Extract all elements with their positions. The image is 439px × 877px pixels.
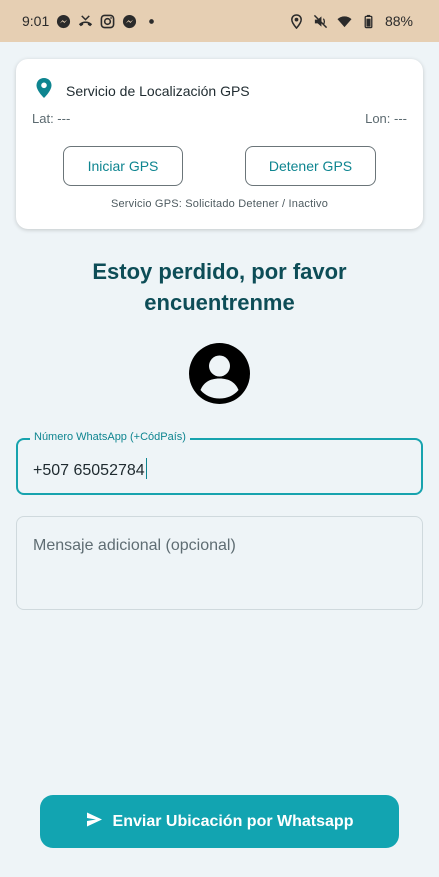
whatsapp-number-label: Número WhatsApp (+CódPaís): [30, 431, 190, 443]
gps-status-text: Servicio GPS: Solicitado Detener / Inact…: [110, 198, 329, 210]
avatar-icon: [189, 343, 250, 404]
latitude-readout: Lat: ---: [32, 111, 71, 126]
start-gps-button[interactable]: Iniciar GPS: [63, 146, 183, 186]
message-placeholder: Mensaje adicional (opcional): [33, 537, 236, 554]
battery-icon: [361, 14, 376, 29]
status-left: 9:01: [22, 13, 159, 29]
dot-icon: [144, 14, 159, 29]
send-icon: [86, 811, 103, 833]
whatsapp-number-value: +507 65052784: [33, 462, 145, 479]
longitude-readout: Lon: ---: [365, 111, 407, 126]
stop-gps-button[interactable]: Detener GPS: [245, 146, 376, 186]
wifi-icon: [337, 14, 352, 29]
message-field[interactable]: Mensaje adicional (opcional): [16, 516, 423, 610]
whatsapp-number-field[interactable]: Número WhatsApp (+CódPaís) +507 65052784: [16, 431, 423, 495]
gps-card-header: Servicio de Localización GPS: [34, 77, 250, 104]
instagram-icon: [100, 14, 115, 29]
location-pin-icon: [34, 77, 54, 104]
status-time: 9:01: [22, 13, 50, 29]
status-bar: 9:01 88%: [0, 0, 439, 42]
gps-card: Servicio de Localización GPS Lat: --- Lo…: [16, 59, 423, 229]
text-caret: [145, 458, 148, 479]
status-right: 88%: [289, 13, 413, 29]
whatsapp-number-input[interactable]: +507 65052784: [33, 458, 148, 480]
messenger-icon: [122, 14, 137, 29]
messenger-icon: [56, 14, 71, 29]
send-location-label: Enviar Ubicación por Whatsapp: [112, 812, 354, 830]
page-headline: Estoy perdido, por favor encuentrenme: [92, 259, 347, 315]
missed-call-icon: [78, 14, 93, 29]
gps-card-title: Servicio de Localización GPS: [66, 82, 250, 99]
location-icon: [289, 13, 304, 29]
send-location-button[interactable]: Enviar Ubicación por Whatsapp: [40, 795, 399, 848]
battery-percent: 88%: [384, 13, 413, 29]
mute-icon: [313, 14, 328, 29]
